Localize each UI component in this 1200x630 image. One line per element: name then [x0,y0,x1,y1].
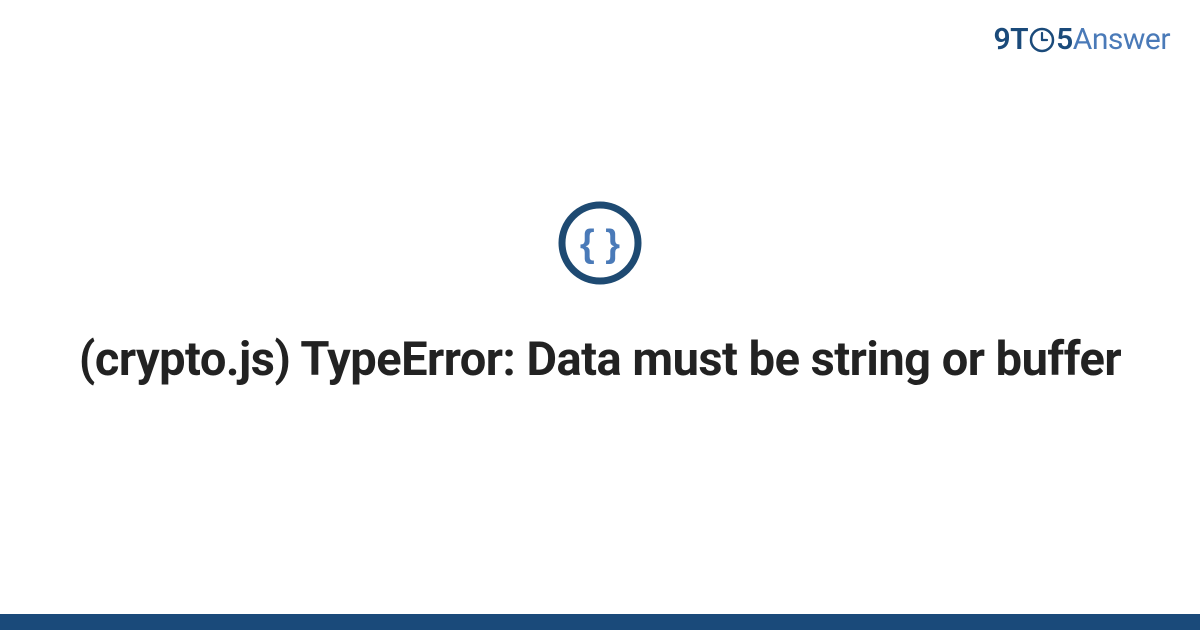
page-title: (crypto.js) TypeError: Data must be stri… [79,331,1121,390]
code-braces-icon: { } [558,201,642,289]
svg-text:{ }: { } [580,223,620,265]
main-content: { } (crypto.js) TypeError: Data must be … [0,0,1200,630]
footer-accent-bar [0,614,1200,630]
